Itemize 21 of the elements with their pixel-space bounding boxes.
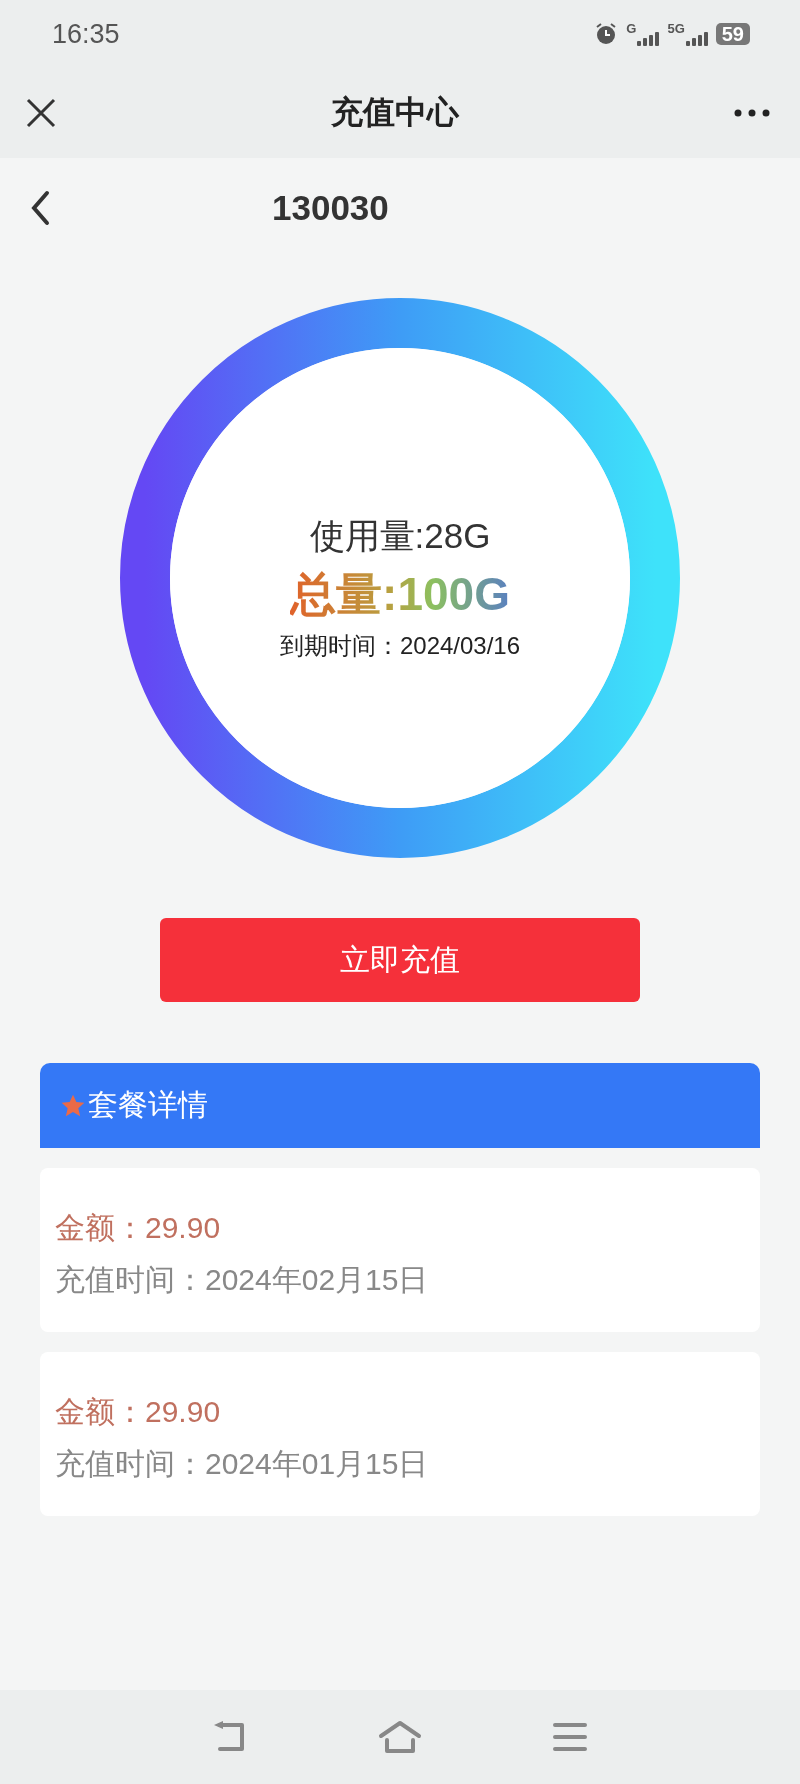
page-title: 充值中心 — [330, 93, 460, 132]
network-label: G — [626, 22, 637, 35]
home-icon[interactable] — [378, 1720, 422, 1754]
section-title: 套餐详情 — [88, 1087, 208, 1123]
usage-amount: 使用量:28G — [309, 515, 491, 557]
phone-number: 130030 — [272, 188, 389, 228]
more-icon[interactable] — [734, 109, 770, 117]
amount-text: 金额：29.90 — [55, 1394, 222, 1430]
recharge-button[interactable]: 立即充值 — [160, 918, 640, 1002]
amount-text: 金额：29.90 — [55, 1210, 222, 1246]
menu-icon[interactable] — [552, 1722, 588, 1752]
signal-icon — [637, 32, 660, 46]
back-icon[interactable] — [30, 190, 50, 226]
recharge-time: 充值时间：2024年01月15日 — [55, 1446, 430, 1482]
signal-icon — [685, 32, 708, 46]
close-icon[interactable] — [26, 98, 56, 128]
status-time: 16:35 — [52, 18, 120, 50]
recharge-time: 充值时间：2024年02月15日 — [55, 1262, 430, 1298]
network-label: 5G — [667, 22, 685, 35]
expiry-date: 到期时间：2024/03/16 — [279, 631, 521, 661]
battery-level: 59 — [715, 23, 750, 45]
